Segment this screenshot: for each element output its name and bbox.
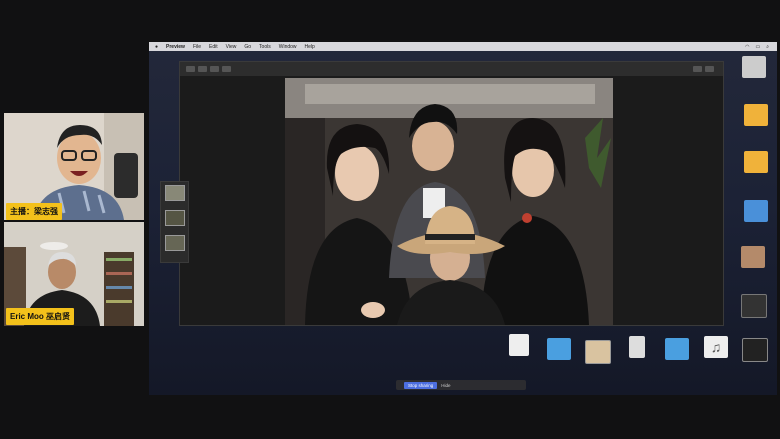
desktop-image-icon[interactable] bbox=[585, 340, 611, 364]
guest-video-tile[interactable]: Eric Moo 巫启贤 bbox=[4, 222, 144, 326]
share-button[interactable] bbox=[222, 66, 231, 72]
music-file-icon[interactable]: ♫ bbox=[704, 336, 728, 358]
host-name-label: 主播：梁志强 bbox=[6, 203, 62, 220]
rotate-button[interactable] bbox=[705, 66, 714, 72]
zoom-in-button[interactable] bbox=[210, 66, 219, 72]
old-photo bbox=[285, 78, 613, 325]
thumbnail-item[interactable] bbox=[165, 235, 185, 251]
menu-help[interactable]: Help bbox=[305, 44, 315, 50]
wifi-icon[interactable]: ◠ bbox=[745, 44, 749, 50]
desktop-video-icon[interactable] bbox=[742, 338, 768, 362]
menu-tools[interactable]: Tools bbox=[259, 44, 271, 50]
host-video-tile[interactable]: 主播：梁志强 bbox=[4, 113, 144, 220]
menu-view[interactable]: View bbox=[226, 44, 237, 50]
desktop-folder-icon[interactable] bbox=[744, 151, 768, 173]
zoom-out-button[interactable] bbox=[198, 66, 207, 72]
desktop-folder-icon[interactable] bbox=[744, 200, 768, 222]
sidebar-toggle-button[interactable] bbox=[186, 66, 195, 72]
preview-toolbar bbox=[180, 62, 723, 76]
shared-screen[interactable]: ● Preview File Edit View Go Tools Window… bbox=[149, 42, 777, 395]
preview-window[interactable] bbox=[179, 61, 724, 326]
menubar-status-icons: ◠ ▭ ⌕ bbox=[745, 44, 769, 50]
thumbnail-item[interactable] bbox=[165, 185, 185, 201]
desktop-folder-icon[interactable] bbox=[547, 338, 571, 360]
hide-button[interactable]: Hide bbox=[441, 383, 450, 388]
desktop-video-icon[interactable] bbox=[741, 294, 767, 318]
thumbnail-item[interactable] bbox=[165, 210, 185, 226]
desktop-document-icon[interactable] bbox=[629, 336, 645, 358]
desktop-folder-icon[interactable] bbox=[665, 338, 689, 360]
menu-edit[interactable]: Edit bbox=[209, 44, 218, 50]
menu-window[interactable]: Window bbox=[279, 44, 297, 50]
menubar-app-name[interactable]: Preview bbox=[166, 44, 185, 50]
desktop-document-icon[interactable] bbox=[509, 334, 529, 356]
stop-sharing-button[interactable]: Stop sharing bbox=[404, 381, 438, 389]
menu-go[interactable]: Go bbox=[244, 44, 251, 50]
guest-name-label: Eric Moo 巫启贤 bbox=[6, 308, 75, 325]
apple-icon[interactable]: ● bbox=[155, 44, 158, 50]
battery-icon[interactable]: ▭ bbox=[755, 44, 760, 50]
markup-button[interactable] bbox=[693, 66, 702, 72]
desktop-disk-icon[interactable] bbox=[742, 56, 766, 78]
desktop-image-icon[interactable] bbox=[741, 246, 765, 268]
screen-share-notice: Stop sharing Hide bbox=[396, 380, 526, 390]
preview-thumbnails-sidebar[interactable] bbox=[160, 181, 189, 263]
search-icon[interactable]: ⌕ bbox=[766, 44, 769, 50]
desktop-folder-icon[interactable] bbox=[744, 104, 768, 126]
mac-menubar: ● Preview File Edit View Go Tools Window… bbox=[149, 42, 777, 51]
menu-file[interactable]: File bbox=[193, 44, 201, 50]
